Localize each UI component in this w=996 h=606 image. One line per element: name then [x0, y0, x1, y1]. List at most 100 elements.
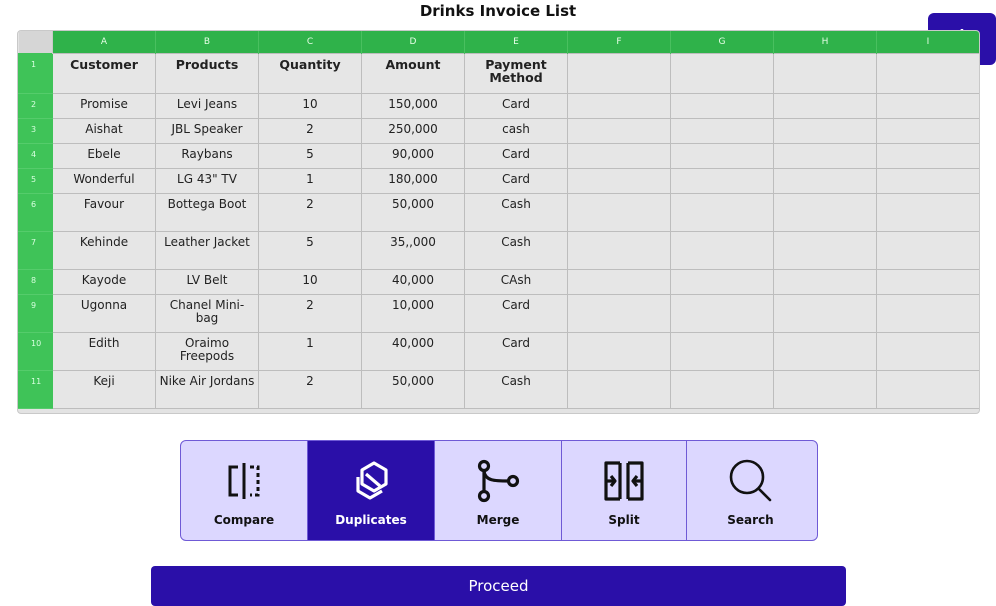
empty-cell[interactable] [773, 143, 877, 169]
empty-cell[interactable] [876, 93, 979, 119]
table-cell[interactable]: 150,000 [361, 93, 465, 119]
empty-cell[interactable] [567, 143, 671, 169]
row-number[interactable]: 9 [18, 294, 53, 333]
empty-cell[interactable] [876, 168, 979, 194]
empty-cell[interactable] [567, 93, 671, 119]
empty-cell[interactable] [773, 193, 877, 232]
table-cell[interactable]: 10 [258, 93, 362, 119]
column-header[interactable]: D [361, 31, 465, 54]
empty-cell[interactable] [876, 143, 979, 169]
proceed-button[interactable]: Proceed [151, 566, 846, 606]
table-cell[interactable]: 40,000 [361, 332, 465, 371]
empty-cell[interactable] [773, 294, 877, 333]
table-cell[interactable]: Kayode [52, 269, 156, 295]
table-cell[interactable]: 1 [258, 332, 362, 371]
duplicates-button[interactable]: Duplicates [308, 441, 435, 540]
table-cell[interactable]: 50,000 [361, 370, 465, 409]
split-button[interactable]: Split [562, 441, 687, 540]
table-cell[interactable]: Cash [464, 370, 568, 409]
table-cell[interactable]: LG 43" TV [155, 168, 259, 194]
row-number[interactable]: 8 [18, 269, 53, 295]
empty-cell[interactable] [670, 168, 774, 194]
header-cell[interactable]: Payment Method [464, 53, 568, 94]
corner-cell[interactable] [18, 31, 53, 54]
table-cell[interactable]: 50,000 [361, 193, 465, 232]
empty-cell[interactable] [773, 231, 877, 270]
table-cell[interactable]: Keji [52, 370, 156, 409]
table-cell[interactable]: 5 [258, 231, 362, 270]
empty-cell[interactable] [773, 168, 877, 194]
row-number[interactable]: 10 [18, 332, 53, 371]
table-cell[interactable]: 2 [258, 193, 362, 232]
table-cell[interactable]: Nike Air Jordans [155, 370, 259, 409]
header-cell[interactable]: Quantity [258, 53, 362, 94]
empty-cell[interactable] [876, 53, 979, 94]
empty-cell[interactable] [670, 370, 774, 409]
empty-cell[interactable] [567, 269, 671, 295]
empty-cell[interactable] [773, 370, 877, 409]
row-number[interactable]: 6 [18, 193, 53, 232]
empty-cell[interactable] [773, 53, 877, 94]
table-cell[interactable]: Card [464, 143, 568, 169]
table-cell[interactable]: 90,000 [361, 143, 465, 169]
empty-cell[interactable] [773, 269, 877, 295]
column-header[interactable]: C [258, 31, 362, 54]
header-cell[interactable]: Products [155, 53, 259, 94]
table-cell[interactable]: Card [464, 294, 568, 333]
empty-cell[interactable] [876, 118, 979, 144]
empty-cell[interactable] [670, 231, 774, 270]
empty-cell[interactable] [876, 370, 979, 409]
row-number[interactable]: 7 [18, 231, 53, 270]
table-cell[interactable]: Edith [52, 332, 156, 371]
merge-button[interactable]: Merge [435, 441, 562, 540]
table-cell[interactable]: 5 [258, 143, 362, 169]
table-cell[interactable]: 180,000 [361, 168, 465, 194]
column-header[interactable]: I [876, 31, 979, 54]
table-cell[interactable]: 10 [258, 269, 362, 295]
column-header[interactable]: G [670, 31, 774, 54]
empty-cell[interactable] [670, 269, 774, 295]
column-header[interactable]: E [464, 31, 568, 54]
table-cell[interactable]: Oraimo Freepods [155, 332, 259, 371]
empty-cell[interactable] [876, 332, 979, 371]
table-cell[interactable]: Cash [464, 231, 568, 270]
empty-cell[interactable] [670, 143, 774, 169]
table-cell[interactable]: Leather Jacket [155, 231, 259, 270]
empty-cell[interactable] [773, 93, 877, 119]
row-number[interactable]: 1 [18, 53, 53, 94]
table-cell[interactable]: 10,000 [361, 294, 465, 333]
table-cell[interactable]: 35,,000 [361, 231, 465, 270]
table-cell[interactable]: Aishat [52, 118, 156, 144]
empty-cell[interactable] [567, 118, 671, 144]
table-cell[interactable]: Promise [52, 93, 156, 119]
empty-cell[interactable] [876, 269, 979, 295]
header-cell[interactable]: Customer [52, 53, 156, 94]
table-cell[interactable]: 2 [258, 118, 362, 144]
empty-cell[interactable] [670, 294, 774, 333]
empty-cell[interactable] [876, 193, 979, 232]
column-header[interactable]: B [155, 31, 259, 54]
table-cell[interactable]: 2 [258, 370, 362, 409]
row-number[interactable]: 11 [18, 370, 53, 409]
row-number[interactable]: 2 [18, 93, 53, 119]
empty-cell[interactable] [567, 332, 671, 371]
empty-cell[interactable] [670, 332, 774, 371]
row-number[interactable]: 4 [18, 143, 53, 169]
compare-button[interactable]: Compare [181, 441, 308, 540]
table-cell[interactable]: Kehinde [52, 231, 156, 270]
table-cell[interactable]: cash [464, 118, 568, 144]
column-header[interactable]: F [567, 31, 671, 54]
table-cell[interactable]: Ugonna [52, 294, 156, 333]
table-cell[interactable]: Bottega Boot [155, 193, 259, 232]
search-button[interactable]: Search [687, 441, 814, 540]
table-cell[interactable]: LV Belt [155, 269, 259, 295]
header-cell[interactable]: Amount [361, 53, 465, 94]
empty-cell[interactable] [773, 332, 877, 371]
table-cell[interactable]: Raybans [155, 143, 259, 169]
table-cell[interactable]: 250,000 [361, 118, 465, 144]
table-cell[interactable]: Cash [464, 193, 568, 232]
empty-cell[interactable] [670, 93, 774, 119]
table-cell[interactable]: Card [464, 93, 568, 119]
table-cell[interactable]: CAsh [464, 269, 568, 295]
table-cell[interactable]: 2 [258, 294, 362, 333]
